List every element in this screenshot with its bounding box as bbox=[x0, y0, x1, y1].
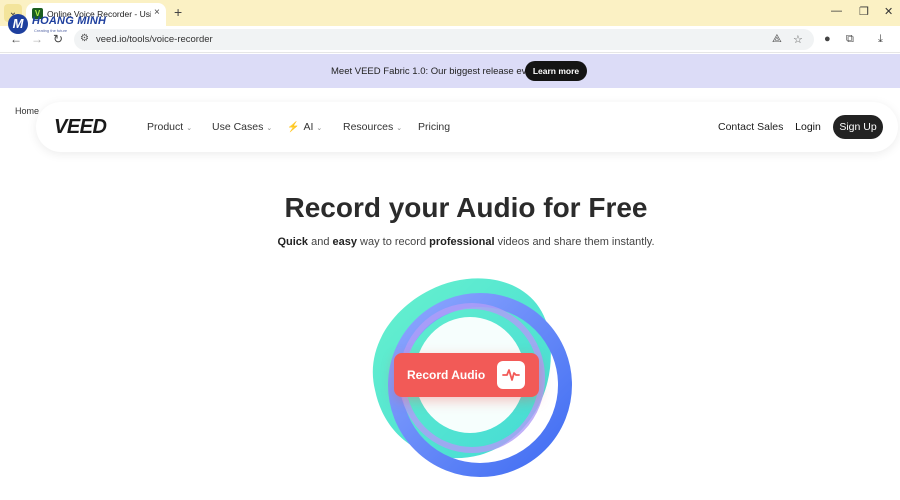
tab-close-icon[interactable]: × bbox=[154, 7, 160, 18]
hero-subtitle: Quick and easy way to record professiona… bbox=[0, 236, 900, 248]
sub-quick: Quick bbox=[277, 236, 309, 248]
record-audio-button[interactable]: Record Audio bbox=[394, 353, 539, 397]
minimize-icon[interactable]: — bbox=[831, 5, 842, 17]
bookmark-star-icon[interactable]: ☆ bbox=[793, 33, 803, 46]
profile-icon[interactable]: ● bbox=[824, 33, 831, 45]
sub-professional: professional bbox=[429, 236, 495, 248]
breadcrumb-home[interactable]: Home bbox=[15, 106, 39, 116]
chevron-down-icon: ⌄ bbox=[186, 125, 193, 132]
address-bar[interactable]: ⚙ veed.io/tools/voice-recorder ⟁ ☆ bbox=[74, 29, 814, 50]
chevron-down-icon: ⌄ bbox=[266, 125, 273, 132]
translate-icon[interactable]: ⟁ bbox=[772, 33, 782, 46]
nav-item-product[interactable]: Product ⌄ bbox=[147, 121, 192, 133]
restore-icon[interactable]: ❐ bbox=[859, 5, 869, 18]
announcement-bar: Meet VEED Fabric 1.0: Our biggest releas… bbox=[0, 54, 900, 88]
ai-spark-icon: ⚡ bbox=[287, 122, 300, 133]
nav-item-label: Use Cases bbox=[212, 121, 264, 133]
main-navbar: VEED Product ⌄ Use Cases ⌄ ⚡ AI ⌄ Resources ⌄… bbox=[36, 102, 898, 152]
browser-tabstrip: ⌄ V Online Voice Recorder - Using V × + … bbox=[0, 0, 900, 26]
chevron-down-icon: ⌄ bbox=[396, 125, 403, 132]
veed-logo[interactable]: VEED bbox=[54, 116, 107, 139]
extensions-icon[interactable]: ⧉ bbox=[846, 33, 854, 46]
hoang-minh-logo: M HOANG MINH Creating the future bbox=[8, 14, 108, 36]
hoang-minh-name: HOANG MINH bbox=[32, 15, 107, 27]
nav-item-label: Resources bbox=[343, 121, 394, 133]
download-icon[interactable]: ⤓ bbox=[878, 33, 883, 46]
nav-item-resources[interactable]: Resources ⌄ bbox=[343, 121, 402, 133]
nav-item-label: Pricing bbox=[418, 121, 451, 133]
hoang-minh-tagline: Creating the future bbox=[34, 28, 68, 33]
waveform-icon bbox=[497, 361, 525, 389]
announcement-text: Meet VEED Fabric 1.0: Our biggest releas… bbox=[331, 66, 538, 77]
signup-button[interactable]: Sign Up bbox=[833, 115, 883, 139]
nav-item-ai[interactable]: ⚡ AI ⌄ bbox=[287, 121, 322, 133]
sub-and: and bbox=[308, 236, 333, 248]
sub-easy: easy bbox=[332, 236, 357, 248]
login-button[interactable]: Login bbox=[787, 115, 829, 139]
page-title: Record your Audio for Free bbox=[284, 192, 648, 223]
nav-item-use-cases[interactable]: Use Cases ⌄ bbox=[212, 121, 272, 133]
new-tab-button[interactable]: + bbox=[174, 4, 182, 20]
nav-item-label: Product bbox=[147, 121, 184, 133]
chevron-down-icon: ⌄ bbox=[316, 125, 323, 132]
sub-mid: way to record bbox=[356, 236, 430, 248]
record-audio-label: Record Audio bbox=[407, 368, 486, 382]
browser-toolbar: ← → ↻ ⚙ veed.io/tools/voice-recorder ⟁ ☆… bbox=[0, 26, 900, 53]
nav-item-pricing[interactable]: Pricing bbox=[418, 121, 450, 133]
learn-more-button[interactable]: Learn more bbox=[525, 61, 587, 81]
sub-end: videos and share them instantly. bbox=[494, 236, 655, 248]
hoang-minh-mark: M bbox=[8, 14, 28, 34]
nav-item-label: AI bbox=[303, 121, 314, 133]
contact-sales-link[interactable]: Contact Sales bbox=[718, 121, 783, 133]
address-url[interactable]: veed.io/tools/voice-recorder bbox=[96, 34, 213, 45]
close-window-icon[interactable]: ✕ bbox=[884, 5, 893, 18]
